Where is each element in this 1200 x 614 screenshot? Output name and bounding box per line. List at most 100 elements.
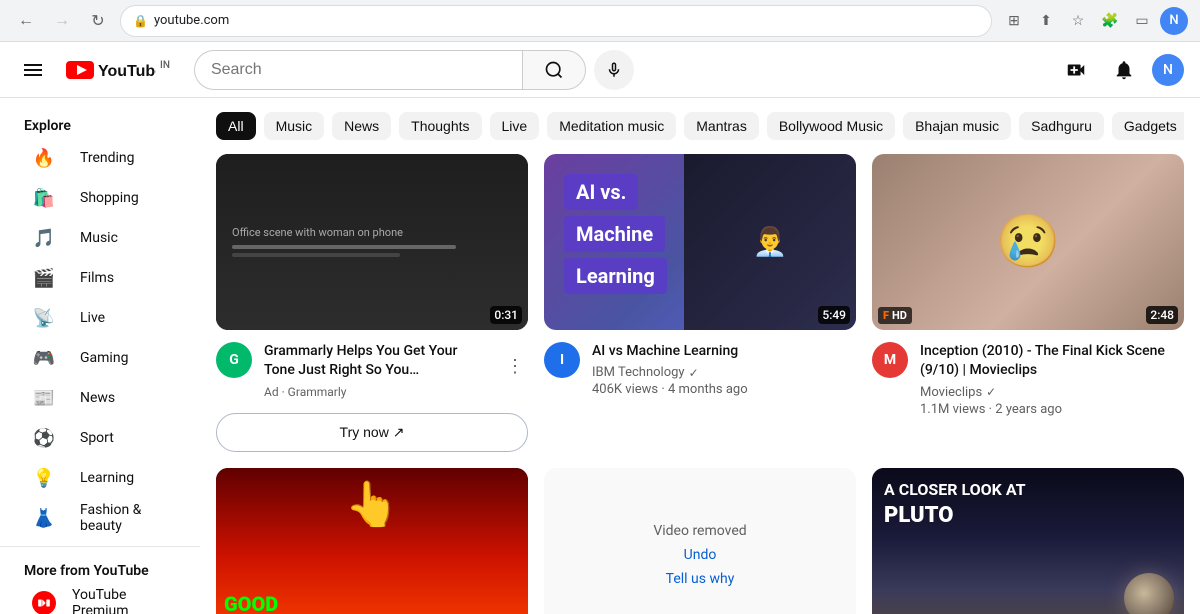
video-thumbnail-inception: 😢 F HD 2:48	[872, 154, 1184, 330]
sidebar-label-films: Films	[80, 270, 114, 286]
browser-address-bar[interactable]: 🔒 youtube.com	[120, 5, 992, 37]
video-meta-grammarly: Grammarly Helps You Get Your Tone Just R…	[264, 342, 490, 399]
undo-link[interactable]: Undo	[684, 547, 717, 563]
browser-url: youtube.com	[154, 13, 229, 28]
filter-chip-gadgets[interactable]: Gadgets	[1112, 112, 1184, 140]
sidebar-label-sport: Sport	[80, 430, 114, 446]
mic-button[interactable]	[594, 50, 634, 90]
sidebar-item-yt-premium[interactable]: YouTube Premium	[8, 583, 192, 614]
hamburger-button[interactable]	[16, 56, 50, 84]
filter-chip-live[interactable]: Live	[490, 112, 540, 140]
pluto-planet	[1124, 573, 1174, 614]
create-button[interactable]	[1056, 50, 1096, 90]
filter-chip-news[interactable]: News	[332, 112, 391, 140]
search-container	[194, 50, 634, 90]
sidebar-explore-title: Explore	[0, 110, 200, 138]
sidebar-item-shopping[interactable]: 🛍️ Shopping	[8, 178, 192, 218]
learning-icon: 💡	[32, 468, 56, 489]
browser-bookmark-btn[interactable]: ☆	[1064, 7, 1092, 35]
filter-chip-bhajan[interactable]: Bhajan music	[903, 112, 1011, 140]
yt-sidebar: Explore 🔥 Trending 🛍️ Shopping 🎵 Music 🎬…	[0, 98, 200, 614]
video-card-pluto[interactable]: A CLOSER LOOK AT PLUTO etechblog.cz P A …	[872, 468, 1184, 614]
hamburger-icon	[24, 64, 42, 76]
sidebar-item-live[interactable]: 📡 Live	[8, 298, 192, 338]
sidebar-item-music[interactable]: 🎵 Music	[8, 218, 192, 258]
browser-forward-btn[interactable]: →	[48, 7, 76, 35]
sidebar-label-yt-premium: YouTube Premium	[72, 587, 168, 614]
video-duration-aiml: 5:49	[818, 306, 850, 324]
create-icon	[1065, 59, 1087, 81]
video-menu-grammarly[interactable]: ⋮	[502, 352, 528, 381]
grammarly-thumb-bg: Office scene with woman on phone	[216, 154, 528, 330]
browser-reload-btn[interactable]: ↻	[84, 7, 112, 35]
search-input[interactable]	[194, 50, 522, 90]
fashion-icon: 👗	[32, 508, 56, 529]
trending-icon: 🔥	[32, 148, 56, 169]
filter-bar: All Music News Thoughts Live Meditation …	[216, 98, 1184, 154]
country-tag: IN	[160, 60, 170, 71]
lock-icon: 🔒	[133, 14, 148, 28]
mic-icon	[605, 61, 623, 79]
video-channel-inception: Movieclips ✓	[920, 385, 1184, 400]
browser-profile-avatar[interactable]: N	[1160, 7, 1188, 35]
sidebar-label-news: News	[80, 390, 115, 406]
filter-chip-meditation[interactable]: Meditation music	[547, 112, 676, 140]
tell-us-why-link[interactable]: Tell us why	[666, 571, 735, 587]
channel-name-aiml: IBM Technology	[592, 365, 685, 380]
video-channel-aiml: IBM Technology ✓	[592, 365, 856, 380]
video-grid: Office scene with woman on phone 0:31 G …	[216, 154, 1184, 614]
browser-layout-btn[interactable]: ▭	[1128, 7, 1156, 35]
sport-icon: ⚽	[32, 428, 56, 449]
music-icon: 🎵	[32, 228, 56, 249]
sidebar-divider	[0, 546, 200, 547]
sidebar-item-sport[interactable]: ⚽ Sport	[8, 418, 192, 458]
header-right: N	[1056, 50, 1184, 90]
profile-avatar[interactable]: N	[1152, 54, 1184, 86]
yt-logo[interactable]: YouTube IN	[66, 60, 170, 80]
filter-chip-all[interactable]: All	[216, 112, 256, 140]
filter-chip-music[interactable]: Music	[264, 112, 325, 140]
sidebar-label-learning: Learning	[80, 470, 134, 486]
channel-avatar-inception: M	[872, 342, 908, 378]
video-card-grammarly[interactable]: Office scene with woman on phone 0:31 G …	[216, 154, 528, 452]
video-card-removed: Video removed Undo Tell us why	[544, 468, 856, 614]
browser-share-btn[interactable]: ⬆	[1032, 7, 1060, 35]
yt-logo-icon: YouTube	[66, 60, 156, 80]
search-button[interactable]	[522, 50, 586, 90]
browser-back-btn[interactable]: ←	[12, 7, 40, 35]
sidebar-item-films[interactable]: 🎬 Films	[8, 258, 192, 298]
video-meta-inception: Inception (2010) - The Final Kick Scene …	[920, 342, 1184, 417]
video-info-aiml: I AI vs Machine Learning IBM Technology …	[544, 330, 856, 402]
video-duration-grammarly: 0:31	[490, 306, 522, 324]
yt-premium-icon	[32, 591, 56, 614]
video-card-modi[interactable]: GOOD ORATOR!!! 👆 Y Good Orator!!!	[216, 468, 528, 614]
sidebar-item-news[interactable]: 📰 News	[8, 378, 192, 418]
video-info-grammarly: G Grammarly Helps You Get Your Tone Just…	[216, 330, 528, 403]
filter-chip-bollywood[interactable]: Bollywood Music	[767, 112, 895, 140]
news-icon: 📰	[32, 388, 56, 409]
ad-label-grammarly: Ad · Grammarly	[264, 385, 490, 399]
shopping-icon: 🛍️	[32, 188, 56, 209]
sidebar-item-gaming[interactable]: 🎮 Gaming	[8, 338, 192, 378]
notifications-button[interactable]	[1104, 50, 1144, 90]
browser-extension-btn[interactable]: 🧩	[1096, 7, 1124, 35]
video-title-grammarly: Grammarly Helps You Get Your Tone Just R…	[264, 342, 490, 381]
verified-badge-aiml: ✓	[689, 366, 699, 380]
try-now-button[interactable]: Try now ↗	[216, 413, 528, 452]
video-card-aiml[interactable]: AI vs. Machine Learning 👨‍💼 5:49 I AI vs…	[544, 154, 856, 452]
sidebar-item-learning[interactable]: 💡 Learning	[8, 458, 192, 498]
video-stats-inception: 1.1M views · 2 years ago	[920, 402, 1184, 417]
filter-chip-sadhguru[interactable]: Sadhguru	[1019, 112, 1104, 140]
video-thumbnail-aiml: AI vs. Machine Learning 👨‍💼 5:49	[544, 154, 856, 330]
video-title-inception: Inception (2010) - The Final Kick Scene …	[920, 342, 1184, 381]
browser-screen-btn[interactable]: ⊞	[1000, 7, 1028, 35]
hd-badge-inception: F HD	[878, 307, 912, 324]
sidebar-item-fashion[interactable]: 👗 Fashion & beauty	[8, 498, 192, 538]
yt-header: YouTube IN	[0, 42, 1200, 98]
sidebar-item-trending[interactable]: 🔥 Trending	[8, 138, 192, 178]
channel-avatar-grammarly: G	[216, 342, 252, 378]
sidebar-label-music: Music	[80, 230, 118, 246]
video-card-inception[interactable]: 😢 F HD 2:48 M Inception (2010) - The Fin…	[872, 154, 1184, 452]
filter-chip-thoughts[interactable]: Thoughts	[399, 112, 481, 140]
filter-chip-mantras[interactable]: Mantras	[684, 112, 759, 140]
